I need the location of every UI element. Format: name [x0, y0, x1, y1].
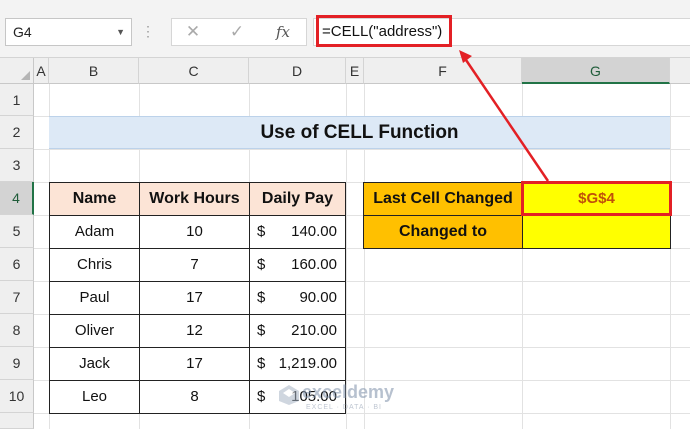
- formula-buttons: ✕ ✓ fx: [171, 18, 307, 46]
- chevron-down-icon[interactable]: ▼: [116, 19, 125, 45]
- pay-amount: 90.00: [299, 289, 337, 306]
- watermark: exceldemy EXCEL · DATA · BI: [272, 380, 412, 420]
- row-header-2[interactable]: 2: [0, 116, 34, 149]
- header-daily-pay[interactable]: Daily Pay: [249, 182, 346, 216]
- watermark-name: exceldemy: [302, 382, 395, 402]
- cell-pay[interactable]: $210.00: [249, 314, 346, 348]
- more-options-icon[interactable]: ⋮: [141, 18, 155, 46]
- column-header-b[interactable]: B: [49, 58, 139, 84]
- cell-hours[interactable]: 12: [139, 314, 250, 348]
- cell-pay[interactable]: $1,219.00: [249, 347, 346, 381]
- header-work-hours[interactable]: Work Hours: [139, 182, 250, 216]
- enter-icon[interactable]: ✓: [222, 19, 252, 45]
- select-all-button[interactable]: [0, 58, 34, 84]
- watermark-tagline: EXCEL · DATA · BI: [306, 404, 382, 411]
- pay-amount: 1,219.00: [278, 355, 337, 372]
- cell-hours[interactable]: 17: [139, 281, 250, 315]
- cell-name[interactable]: Chris: [49, 248, 140, 282]
- currency-symbol: $: [257, 256, 266, 273]
- cell-pay[interactable]: $140.00: [249, 215, 346, 249]
- row-header-6[interactable]: 6: [0, 248, 34, 281]
- select-all-icon: [21, 71, 30, 80]
- changed-to-label[interactable]: Changed to: [363, 215, 523, 249]
- last-cell-changed-label[interactable]: Last Cell Changed: [363, 182, 523, 216]
- currency-symbol: $: [257, 355, 266, 372]
- changed-to-value[interactable]: [522, 215, 671, 249]
- currency-symbol: $: [257, 223, 266, 240]
- name-box[interactable]: G4 ▼: [5, 18, 132, 46]
- cell-hours[interactable]: 17: [139, 347, 250, 381]
- row-header-11[interactable]: [0, 413, 34, 429]
- active-cell-highlight: [521, 181, 672, 216]
- cell-name[interactable]: Adam: [49, 215, 140, 249]
- sheet-title[interactable]: Use of CELL Function: [49, 116, 670, 149]
- row-header-1[interactable]: 1: [0, 84, 34, 116]
- cell-pay[interactable]: $160.00: [249, 248, 346, 282]
- row-header-7[interactable]: 7: [0, 281, 34, 314]
- grid-line: [670, 84, 671, 429]
- cell-hours[interactable]: 7: [139, 248, 250, 282]
- pay-amount: 210.00: [291, 322, 337, 339]
- cell-name[interactable]: Paul: [49, 281, 140, 315]
- column-header-h[interactable]: [670, 58, 690, 84]
- row-header-9[interactable]: 9: [0, 347, 34, 380]
- column-header-f[interactable]: F: [364, 58, 522, 84]
- row-header-4[interactable]: 4: [0, 182, 34, 215]
- cell-hours[interactable]: 8: [139, 380, 250, 414]
- cell-name[interactable]: Jack: [49, 347, 140, 381]
- cell-pay[interactable]: $90.00: [249, 281, 346, 315]
- exceldemy-logo-icon: [279, 385, 299, 405]
- name-box-value: G4: [13, 24, 32, 40]
- grid-line: [34, 149, 690, 150]
- column-header-g[interactable]: G: [522, 58, 670, 84]
- insert-function-icon[interactable]: fx: [268, 19, 298, 45]
- row-header-10[interactable]: 10: [0, 380, 34, 413]
- cancel-icon[interactable]: ✕: [178, 19, 208, 45]
- column-header-d[interactable]: D: [249, 58, 346, 84]
- pay-amount: 160.00: [291, 256, 337, 273]
- formula-highlight-box: [316, 15, 452, 47]
- cell-hours[interactable]: 10: [139, 215, 250, 249]
- currency-symbol: $: [257, 322, 266, 339]
- cell-name[interactable]: Leo: [49, 380, 140, 414]
- row-header-8[interactable]: 8: [0, 314, 34, 347]
- row-header-3[interactable]: 3: [0, 149, 34, 182]
- currency-symbol: $: [257, 289, 266, 306]
- column-header-e[interactable]: E: [346, 58, 364, 84]
- column-header-c[interactable]: C: [139, 58, 249, 84]
- pay-amount: 140.00: [291, 223, 337, 240]
- currency-symbol: $: [257, 388, 266, 405]
- row-header-5[interactable]: 5: [0, 215, 34, 248]
- column-header-a[interactable]: A: [34, 58, 49, 84]
- cell-name[interactable]: Oliver: [49, 314, 140, 348]
- header-name[interactable]: Name: [49, 182, 140, 216]
